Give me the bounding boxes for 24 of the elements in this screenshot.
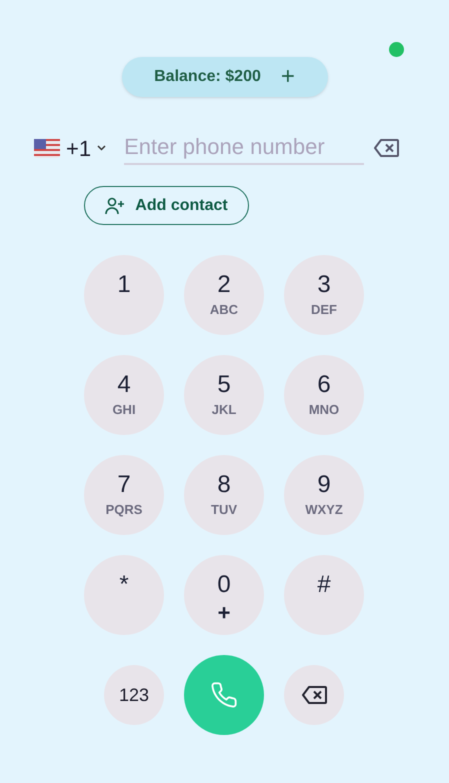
dial-key[interactable]: 2 ABC xyxy=(184,255,264,335)
us-flag-icon xyxy=(34,138,60,158)
balance-button[interactable]: Balance: $200 + xyxy=(122,57,328,97)
phone-icon xyxy=(210,681,238,709)
chevron-down-icon xyxy=(97,145,106,151)
add-person-icon xyxy=(105,196,126,214)
phone-number-field[interactable]: Enter phone number xyxy=(124,131,364,165)
dial-key[interactable]: 1 xyxy=(84,255,164,335)
add-contact-button[interactable]: Add contact xyxy=(84,186,249,225)
dial-key[interactable]: 9 WXYZ xyxy=(284,455,364,535)
backspace-icon xyxy=(302,686,326,704)
dial-key[interactable]: 0 + xyxy=(184,555,264,635)
dial-key[interactable]: 3 DEF xyxy=(284,255,364,335)
dial-key[interactable]: 4 GHI xyxy=(84,355,164,435)
dial-key[interactable]: 7 PQRS xyxy=(84,455,164,535)
country-code-selector[interactable]: +1 xyxy=(66,132,106,164)
dial-key[interactable]: 8 TUV xyxy=(184,455,264,535)
dial-key[interactable]: # xyxy=(284,555,364,635)
dial-key[interactable]: * xyxy=(84,555,164,635)
keypad-mode-button[interactable]: 123 xyxy=(104,665,164,725)
plus-icon: + xyxy=(280,65,295,89)
backspace-icon[interactable] xyxy=(374,139,400,157)
dial-key[interactable]: 5 JKL xyxy=(184,355,264,435)
dial-key[interactable]: 6 MNO xyxy=(284,355,364,435)
